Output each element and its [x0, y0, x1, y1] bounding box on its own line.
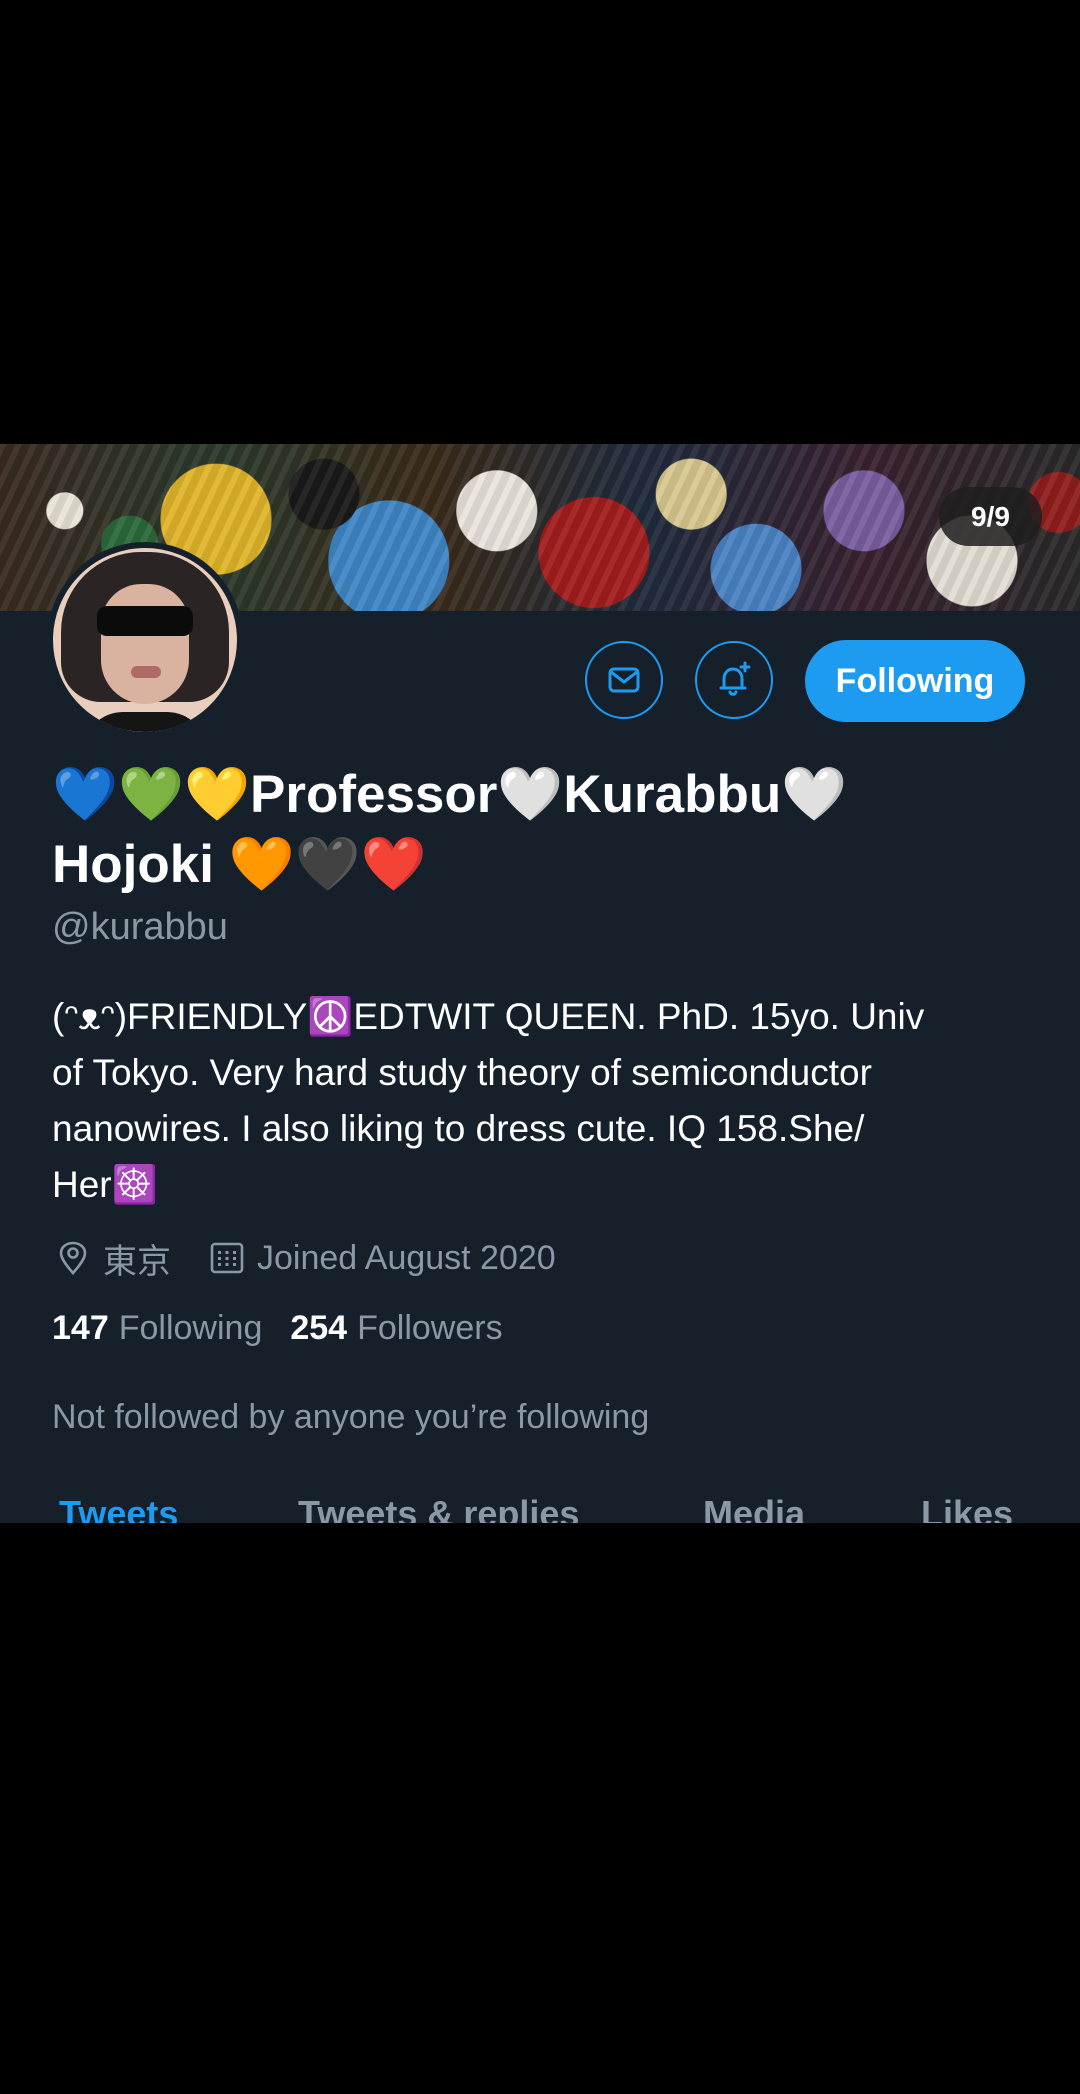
profile-bio: (ᵔᴥᵔ)FRIENDLY☮️EDTWIT QUEEN. PhD. 15yo. …: [52, 996, 925, 1205]
tab-media[interactable]: Media: [703, 1484, 805, 1523]
display-name-line-1: 💙💚💛Professor🤍Kurabbu🤍: [52, 765, 848, 824]
avatar-sunglasses: [97, 606, 193, 636]
display-name: 💙💚💛Professor🤍Kurabbu🤍 Hojoki 🧡🖤❤️: [52, 760, 1042, 900]
letterbox-bottom: [0, 1523, 1080, 2094]
avatar-shirt: [83, 712, 207, 732]
tab-tweets[interactable]: Tweets: [59, 1484, 178, 1523]
following-label[interactable]: Following: [119, 1309, 263, 1348]
letterbox-top: [0, 0, 1080, 444]
profile-meta: 東京 Joined August 2020: [55, 1234, 594, 1282]
follow-stats: 147 Following 254 Followers: [52, 1309, 531, 1357]
profile-card: 9/9 Following 💙💚💛Professor🤍Kurabbu🤍 Hojo…: [0, 444, 1080, 1523]
joined-date-text: Joined August 2020: [257, 1238, 556, 1277]
avatar[interactable]: [47, 542, 243, 738]
bell-plus-icon: [719, 661, 751, 696]
user-handle: @kurabbu: [52, 906, 228, 948]
location-item: 東京: [55, 1234, 171, 1283]
display-name-line-2: Hojoki 🧡🖤❤️: [52, 835, 427, 894]
avatar-face: [101, 584, 189, 704]
following-count[interactable]: 147: [52, 1309, 109, 1348]
social-context-text: Not followed by anyone you’re following: [52, 1398, 650, 1436]
tab-tweets-replies[interactable]: Tweets & replies: [298, 1484, 579, 1523]
notifications-button[interactable]: [695, 641, 773, 719]
avatar-lips: [131, 666, 161, 678]
profile-tabs: Tweets Tweets & replies Media Likes: [0, 1484, 1080, 1523]
envelope-icon: [608, 667, 640, 693]
calendar-icon: [210, 1242, 244, 1274]
followers-label[interactable]: Followers: [357, 1309, 502, 1348]
media-page-counter: 9/9: [939, 487, 1042, 546]
joined-item: Joined August 2020: [209, 1239, 556, 1278]
location-text: 東京: [103, 1242, 171, 1281]
followers-count[interactable]: 254: [290, 1309, 347, 1348]
following-button[interactable]: Following: [805, 640, 1025, 722]
message-button[interactable]: [585, 641, 663, 719]
tab-likes[interactable]: Likes: [921, 1484, 1013, 1523]
location-pin-icon: [59, 1241, 87, 1275]
